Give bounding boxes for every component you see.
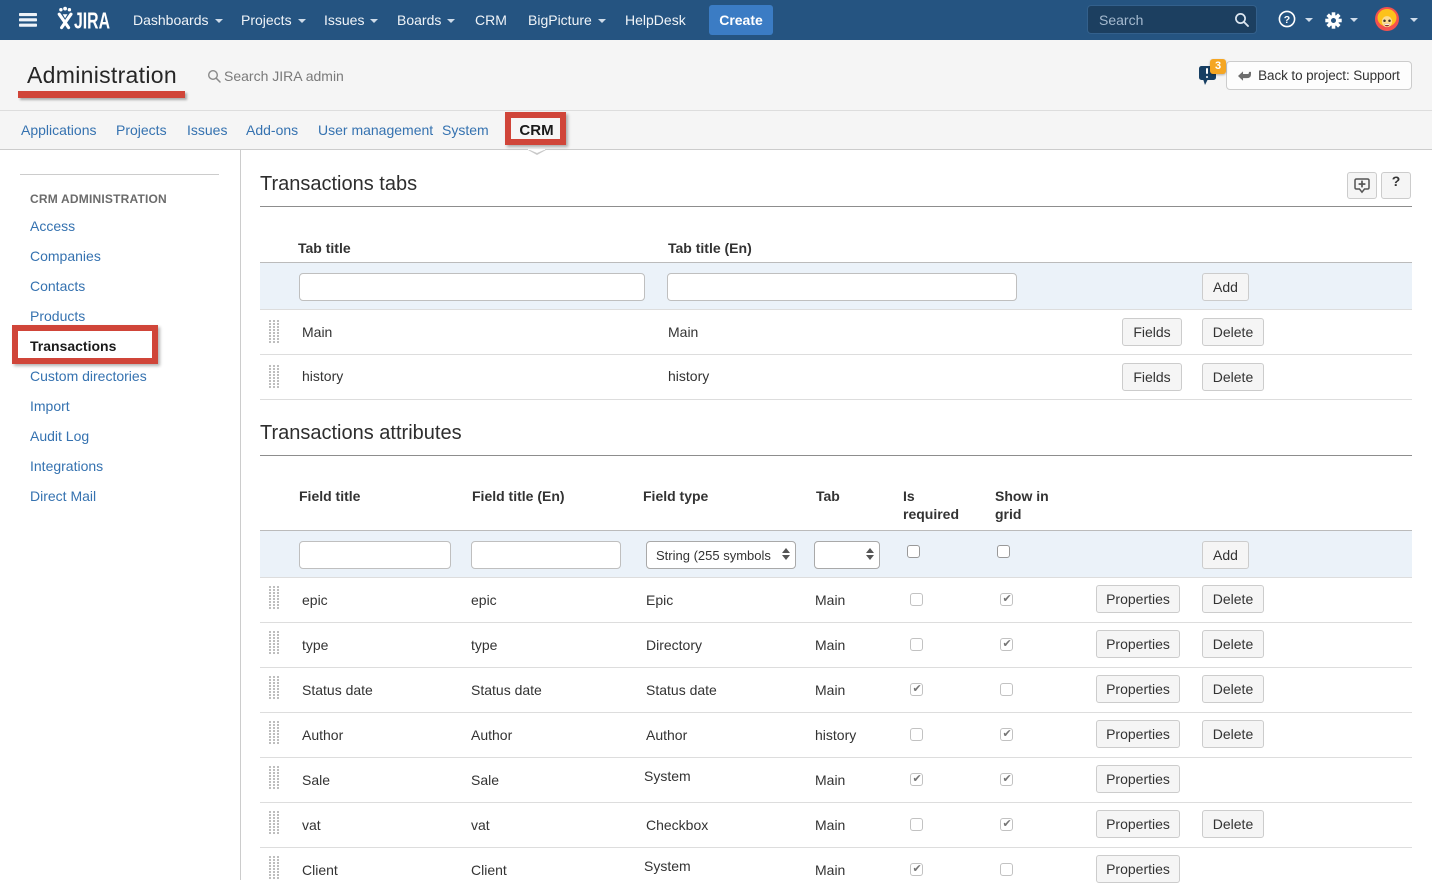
- svg-text:JIRA: JIRA: [74, 8, 110, 34]
- svg-text:?: ?: [1284, 14, 1290, 26]
